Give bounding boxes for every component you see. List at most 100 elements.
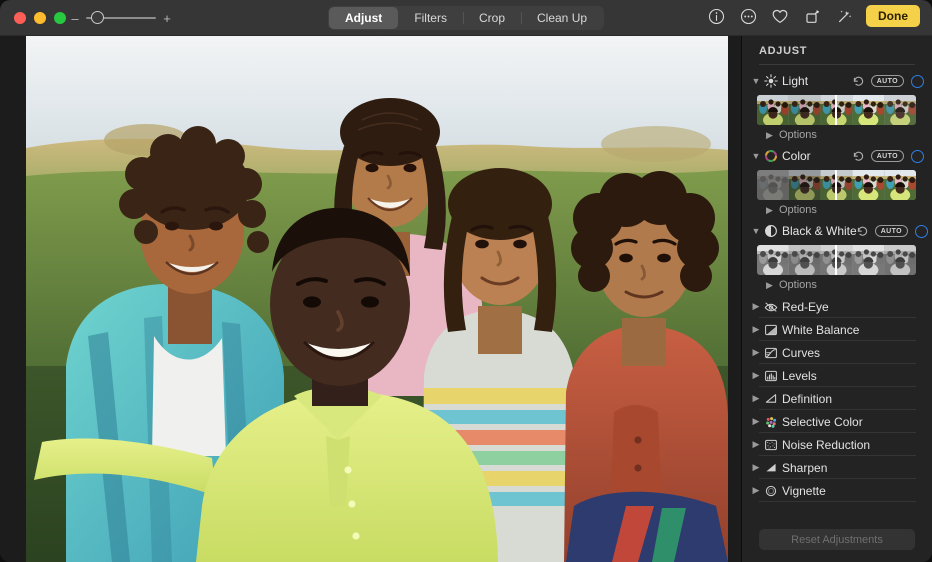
section-row-selective-color[interactable]: ▶ Selective Color <box>742 410 932 433</box>
options-row-color[interactable]: ▶ Options <box>742 200 932 220</box>
section-label-vignette: Vignette <box>782 484 826 498</box>
section-controls-black-and-white: AUTO <box>857 225 928 238</box>
more-options-icon[interactable] <box>738 6 758 26</box>
eye-slash-icon <box>762 300 780 314</box>
chevron-right-icon[interactable]: ▶ <box>750 416 762 427</box>
color-filmstrip-selection[interactable] <box>835 170 837 200</box>
sharpen-icon <box>762 461 780 475</box>
done-button[interactable]: Done <box>866 5 920 27</box>
photo-canvas[interactable] <box>0 36 742 562</box>
options-label-black-and-white: Options <box>779 279 817 291</box>
photos-editor-window: – + Adjust Filters Crop Clean Up <box>0 0 932 562</box>
chevron-right-icon[interactable]: ▶ <box>750 347 762 358</box>
options-row-black-and-white[interactable]: ▶ Options <box>742 275 932 295</box>
section-label-selective-color: Selective Color <box>782 415 863 429</box>
section-row-vignette[interactable]: ▶ Vignette <box>742 479 932 502</box>
panel-title: ADJUST <box>759 45 807 57</box>
section-label-definition: Definition <box>782 392 832 406</box>
minimize-window-button[interactable] <box>34 12 46 24</box>
toggle-color[interactable] <box>911 150 924 163</box>
vignette-icon <box>762 484 780 498</box>
noise-reduction-icon <box>762 438 780 452</box>
auto-button-light[interactable]: AUTO <box>871 75 904 87</box>
selective-color-icon <box>762 415 780 429</box>
toggle-light[interactable] <box>911 75 924 88</box>
auto-button-black-and-white[interactable]: AUTO <box>875 225 908 237</box>
close-window-button[interactable] <box>14 12 26 24</box>
chevron-right-icon[interactable]: ▶ <box>750 393 762 404</box>
chevron-down-icon[interactable]: ▼ <box>750 76 762 86</box>
chevron-down-icon[interactable]: ▼ <box>750 226 762 236</box>
chevron-right-icon[interactable]: ▶ <box>750 324 762 335</box>
levels-icon <box>762 369 780 383</box>
traffic-lights <box>14 12 66 24</box>
section-label-noise-reduction: Noise Reduction <box>782 438 870 452</box>
edited-photo[interactable] <box>26 36 728 562</box>
color-wheel-icon <box>762 149 780 163</box>
info-icon[interactable] <box>706 6 726 26</box>
section-label-light: Light <box>782 74 808 88</box>
section-row-sharpen[interactable]: ▶ Sharpen <box>742 456 932 479</box>
tab-adjust[interactable]: Adjust <box>329 7 398 29</box>
reset-icon[interactable] <box>853 151 864 162</box>
reset-adjustments-container: Reset Adjustments <box>742 529 932 550</box>
chevron-down-icon[interactable]: ▼ <box>750 151 762 161</box>
section-row-noise-reduction[interactable]: ▶ Noise Reduction <box>742 433 932 456</box>
options-label-light: Options <box>779 129 817 141</box>
section-header-black-and-white[interactable]: ▼ Black & White AUTO <box>742 220 932 242</box>
section-row-levels[interactable]: ▶ Levels <box>742 364 932 387</box>
section-header-light[interactable]: ▼ Light <box>742 70 932 92</box>
section-label-levels: Levels <box>782 369 817 383</box>
chevron-right-icon[interactable]: ▶ <box>764 130 775 141</box>
black-and-white-filmstrip-selection[interactable] <box>835 245 837 275</box>
panel-title-divider <box>759 64 915 65</box>
reset-icon[interactable] <box>853 76 864 87</box>
adjustment-sections: ▼ Light <box>742 70 932 502</box>
definition-icon <box>762 392 780 406</box>
reset-icon[interactable] <box>857 226 868 237</box>
zoom-slider[interactable]: – + <box>70 11 172 25</box>
section-header-color[interactable]: ▼ Color AUTO <box>742 145 932 167</box>
toolbar-actions: Done <box>706 5 920 27</box>
contrast-circle-icon <box>762 224 780 238</box>
section-label-curves: Curves <box>782 346 820 360</box>
section-controls-color: AUTO <box>853 150 924 163</box>
light-filmstrip[interactable] <box>757 95 916 125</box>
options-row-light[interactable]: ▶ Options <box>742 125 932 145</box>
heart-icon[interactable] <box>770 6 790 26</box>
section-controls-light: AUTO <box>853 75 924 88</box>
black-and-white-filmstrip[interactable] <box>757 245 916 275</box>
white-balance-icon <box>762 323 780 337</box>
magic-wand-icon[interactable] <box>834 6 854 26</box>
zoom-slider-track[interactable] <box>86 11 156 25</box>
chevron-right-icon[interactable]: ▶ <box>764 205 775 216</box>
color-filmstrip[interactable] <box>757 170 916 200</box>
chevron-right-icon[interactable]: ▶ <box>750 439 762 450</box>
sun-icon <box>762 74 780 88</box>
toggle-black-and-white[interactable] <box>915 225 928 238</box>
section-label-color: Color <box>782 149 811 163</box>
section-label-sharpen: Sharpen <box>782 461 827 475</box>
edit-mode-tabs: Adjust Filters Crop Clean Up <box>328 6 604 30</box>
chevron-right-icon[interactable]: ▶ <box>750 462 762 473</box>
chevron-right-icon[interactable]: ▶ <box>764 280 775 291</box>
rotate-icon[interactable] <box>802 6 822 26</box>
section-label-red-eye: Red-Eye <box>782 300 829 314</box>
maximize-window-button[interactable] <box>54 12 66 24</box>
chevron-right-icon[interactable]: ▶ <box>750 485 762 496</box>
section-row-red-eye[interactable]: ▶ Red-Eye <box>742 295 932 318</box>
auto-button-color[interactable]: AUTO <box>871 150 904 162</box>
zoom-out-icon[interactable]: – <box>70 12 80 25</box>
zoom-in-icon[interactable]: + <box>162 12 172 25</box>
chevron-right-icon[interactable]: ▶ <box>750 370 762 381</box>
section-row-curves[interactable]: ▶ Curves <box>742 341 932 364</box>
section-row-definition[interactable]: ▶ Definition <box>742 387 932 410</box>
zoom-slider-knob[interactable] <box>91 11 104 24</box>
tab-clean-up[interactable]: Clean Up <box>521 7 603 29</box>
tab-crop[interactable]: Crop <box>463 7 521 29</box>
section-row-white-balance[interactable]: ▶ White Balance <box>742 318 932 341</box>
light-filmstrip-selection[interactable] <box>835 95 837 125</box>
tab-filters[interactable]: Filters <box>398 7 463 29</box>
reset-adjustments-button[interactable]: Reset Adjustments <box>759 529 915 550</box>
chevron-right-icon[interactable]: ▶ <box>750 301 762 312</box>
